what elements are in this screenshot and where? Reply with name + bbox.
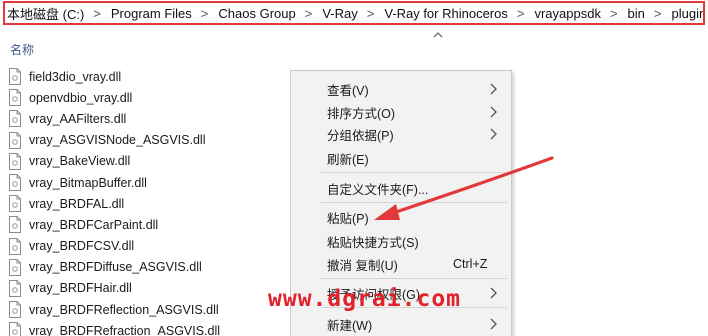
breadcrumb-label[interactable]: V-Ray [322,6,366,21]
file-name: vray_BRDFDiffuse_ASGVIS.dll [29,260,202,275]
file-row[interactable]: vray_BRDFDiffuse_ASGVIS.dll [8,257,308,278]
breadcrumb-item[interactable]: V-Ray > [322,6,384,21]
submenu-chevron-right-icon [490,287,497,299]
menu-item-label: 查看(V) [327,83,369,98]
submenu-chevron-right-icon [490,83,497,95]
breadcrumb-separator-icon[interactable]: > [517,6,535,21]
menu-item-group-by[interactable]: 分组依据(P) [291,124,511,144]
submenu-chevron-right-icon [490,128,497,140]
file-name: vray_BRDFCarPaint.dll [29,217,159,232]
file-name: vray_BRDFRefraction_ASGVIS.dll [29,323,221,336]
file-row[interactable]: vray_ASGVISNode_ASGVIS.dll [8,130,308,151]
dll-file-icon [9,68,21,86]
breadcrumb-item[interactable]: plugins [672,6,704,21]
file-name: vray_BRDFAL.dll [29,196,125,211]
file-row[interactable]: vray_BRDFCSV.dll [8,236,308,257]
file-row[interactable]: vray_BRDFRefraction_ASGVIS.dll [8,320,308,336]
file-name: vray_AAFilters.dll [29,111,127,126]
file-row[interactable]: vray_BRDFReflection_ASGVIS.dll [8,299,308,320]
dll-file-icon [9,279,21,297]
dll-file-icon [9,131,21,149]
file-name: vray_BRDFReflection_ASGVIS.dll [29,302,219,317]
file-row[interactable]: vray_BakeView.dll [8,151,308,172]
file-row[interactable]: vray_BRDFCarPaint.dll [8,214,308,235]
breadcrumb-label[interactable]: Chaos Group [218,6,304,21]
menu-item-label: 新建(W) [327,318,373,333]
menu-item-label: 撤消 复制(U) [327,258,398,273]
watermark: www.dgrai.com [268,286,462,312]
file-row[interactable]: vray_AAFilters.dll [8,108,308,129]
column-header-name[interactable]: 名称 [10,41,34,58]
file-name: vray_BRDFHair.dll [29,281,132,296]
file-name: vray_BRDFCSV.dll [29,239,135,254]
file-list: field3dio_vray.dll openvdbio_vray.dll vr… [8,66,308,336]
dll-file-icon [9,110,21,128]
dll-file-icon [9,258,21,276]
file-name: vray_BitmapBuffer.dll [29,175,147,190]
file-name: vray_ASGVISNode_ASGVIS.dll [29,133,206,148]
dll-file-icon [9,322,21,336]
file-name: field3dio_vray.dll [29,69,122,84]
menu-item-view[interactable]: 查看(V) [291,79,511,99]
dll-file-icon [9,174,21,192]
file-name: openvdbio_vray.dll [29,90,133,105]
dll-file-icon [9,152,21,170]
file-row[interactable]: vray_BRDFAL.dll [8,193,308,214]
dll-file-icon [9,89,21,107]
breadcrumb-item[interactable]: 本地磁盘 (C:) > [7,4,111,23]
breadcrumb-label[interactable]: plugins [672,6,704,21]
breadcrumb-item[interactable]: Chaos Group > [218,6,322,21]
breadcrumb-separator-icon[interactable]: > [610,6,628,21]
address-bar[interactable]: 本地磁盘 (C:) > Program Files > Chaos Group > V… [3,1,705,25]
file-row[interactable]: field3dio_vray.dll [8,66,308,87]
breadcrumb-item[interactable]: vrayappsdk > [534,6,627,21]
breadcrumb-separator-icon[interactable]: > [93,6,111,21]
menu-item-sort-by[interactable]: 排序方式(O) [291,102,511,122]
breadcrumb-item[interactable]: V-Ray for Rhinoceros > [384,6,534,21]
breadcrumb-item[interactable]: Program Files > [111,6,219,21]
breadcrumb-separator-icon[interactable]: > [654,6,672,21]
breadcrumb-label[interactable]: Program Files [111,6,201,21]
breadcrumb-label[interactable]: bin [628,6,654,21]
breadcrumb-label[interactable]: 本地磁盘 (C:) [7,4,93,23]
annotation-arrow-icon [374,156,554,220]
breadcrumb-separator-icon[interactable]: > [201,6,219,21]
menu-item-new[interactable]: 新建(W) [291,314,511,334]
breadcrumb-separator-icon[interactable]: > [367,6,385,21]
menu-item-shortcut: Ctrl+Z [453,257,488,271]
breadcrumb-label[interactable]: vrayappsdk [534,6,609,21]
menu-item-label: 粘贴快捷方式(S) [327,235,419,250]
dll-file-icon [9,237,21,255]
file-row[interactable]: openvdbio_vray.dll [8,87,308,108]
dll-file-icon [9,301,21,319]
submenu-chevron-right-icon [490,318,497,330]
dll-file-icon [9,216,21,234]
dll-file-icon [9,195,21,213]
file-row[interactable]: vray_BitmapBuffer.dll [8,172,308,193]
menu-separator [321,278,507,279]
menu-item-label: 排序方式(O) [327,106,396,121]
file-row[interactable]: vray_BRDFHair.dll [8,278,308,299]
menu-item-undo-copy[interactable]: 撤消 复制(U) Ctrl+Z [291,254,511,274]
breadcrumb-separator-icon[interactable]: > [305,6,323,21]
breadcrumb-item[interactable]: bin > [628,6,672,21]
menu-item-label: 分组依据(P) [327,128,394,143]
sort-chevron-up-icon [433,32,443,38]
menu-item-paste-shortcut[interactable]: 粘贴快捷方式(S) [291,231,511,251]
submenu-chevron-right-icon [490,106,497,118]
file-name: vray_BakeView.dll [29,154,131,169]
breadcrumb-label[interactable]: V-Ray for Rhinoceros [384,6,517,21]
